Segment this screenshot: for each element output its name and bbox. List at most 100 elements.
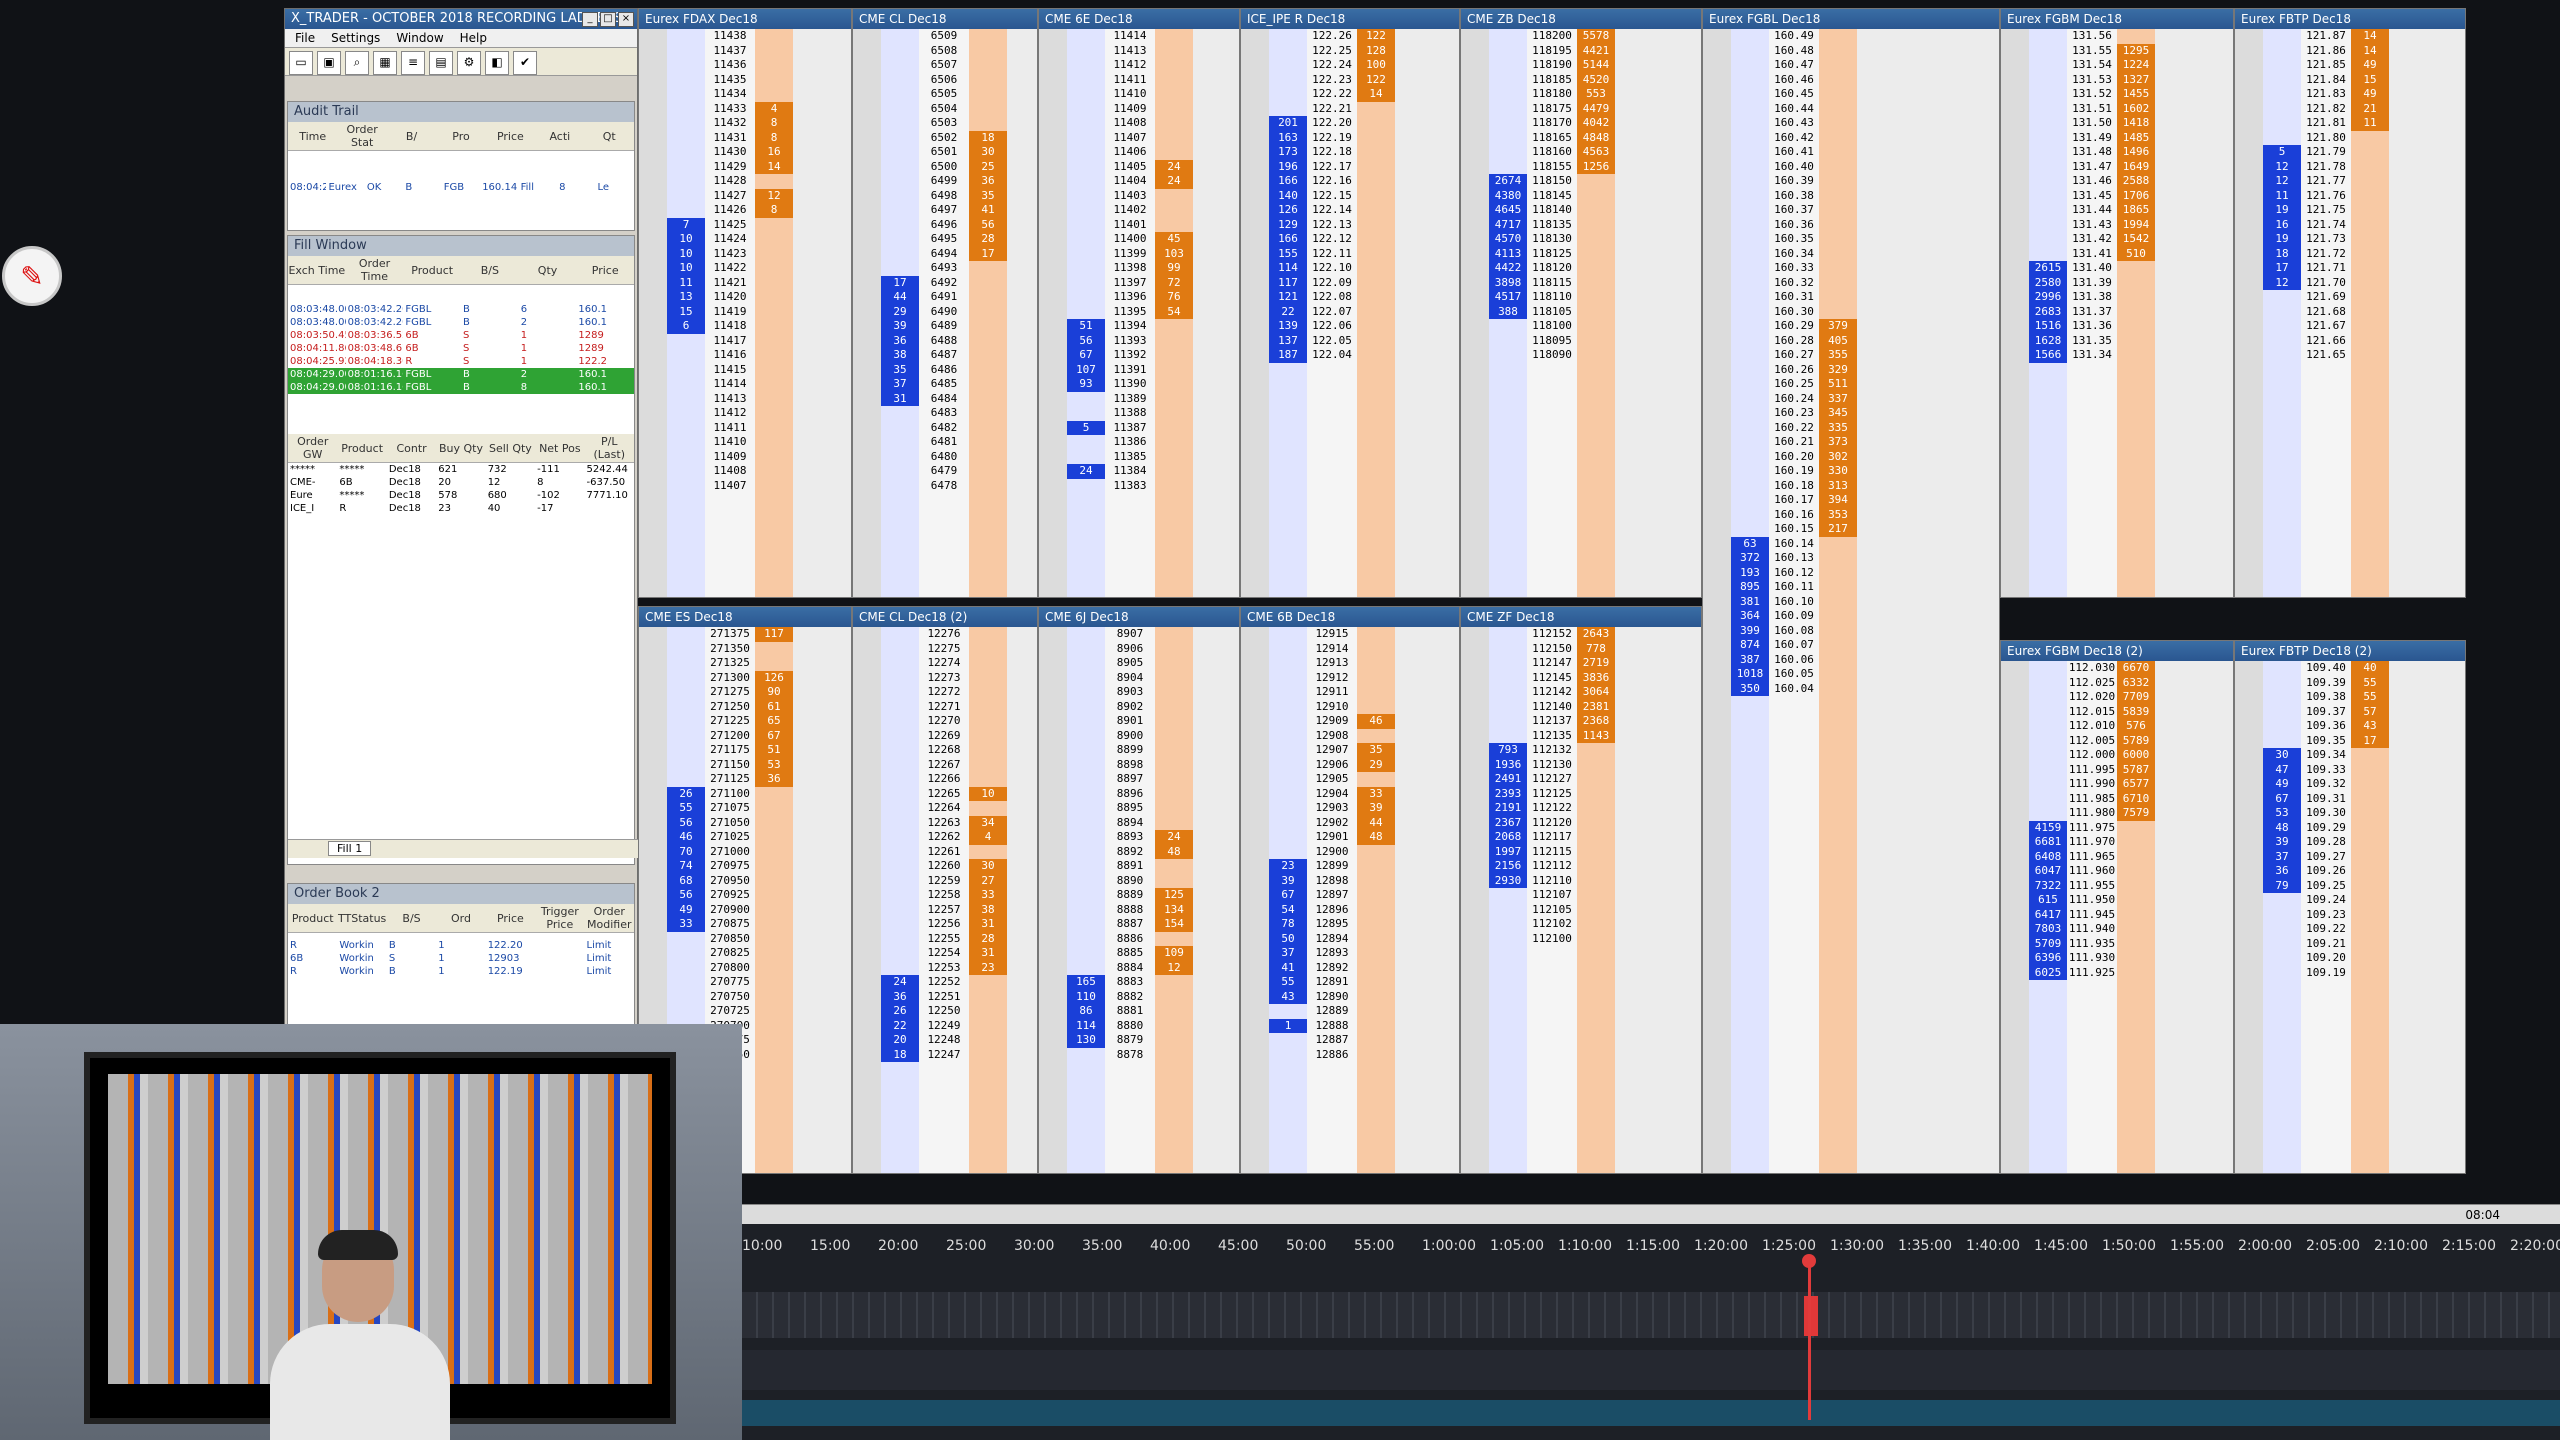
ladder-ask-cell[interactable]: [969, 990, 1007, 1005]
ladder-ask-cell[interactable]: 553: [1577, 87, 1615, 102]
ladder-ltq-cell[interactable]: [1193, 975, 1239, 990]
ladder-ask-cell[interactable]: [1819, 667, 1857, 682]
ladder-bid-cell[interactable]: [1067, 479, 1105, 494]
ladder-price-cell[interactable]: 111.975: [2067, 821, 2117, 836]
ladder-bid-cell[interactable]: 11: [667, 275, 705, 290]
ladder-side-cell[interactable]: [639, 87, 667, 102]
ladder-ask-cell[interactable]: [1357, 845, 1395, 860]
ladder-side-cell[interactable]: [2235, 189, 2263, 204]
ladder-side-cell[interactable]: [1703, 609, 1731, 624]
ladder-side-cell[interactable]: [1461, 729, 1489, 744]
ladder-price-cell[interactable]: 112107: [1527, 888, 1577, 903]
ladder-ltq-cell[interactable]: [1193, 348, 1239, 363]
ladder-ltq-cell[interactable]: [1193, 903, 1239, 918]
ladder-price-cell[interactable]: 160.19: [1769, 464, 1819, 479]
ladder-ltq-cell[interactable]: [1395, 830, 1459, 845]
ladder-price-cell[interactable]: 131.49: [2067, 131, 2117, 146]
ladder-side-cell[interactable]: [1039, 946, 1067, 961]
ladder-side-cell[interactable]: [1039, 319, 1067, 334]
ladder-side-cell[interactable]: [1241, 160, 1269, 175]
ladder-side-cell[interactable]: [853, 174, 881, 189]
ladder-bid-cell[interactable]: [1731, 160, 1769, 175]
ladder-bid-cell[interactable]: [1489, 145, 1527, 160]
ladder-column-prices[interactable]: 12915 12914 12913 12912 12911 12910 12909 12908…: [1307, 627, 1357, 1173]
ladder-side-cell[interactable]: [1039, 787, 1067, 802]
ladder-column-asks[interactable]: 46 35 29 33 39 44 48: [1357, 627, 1395, 1173]
ladder-ltq-cell[interactable]: [1857, 537, 1999, 552]
ladder-price-cell[interactable]: 111.945: [2067, 908, 2117, 923]
ladder-ask-cell[interactable]: 31: [969, 946, 1007, 961]
ladder-ask-cell[interactable]: 38: [969, 902, 1007, 917]
ladder-price-cell[interactable]: 6490: [919, 305, 969, 320]
ladder-ltq-cell[interactable]: [2389, 319, 2465, 334]
ladder-side-cell[interactable]: [1461, 334, 1489, 349]
ladder-side-cell[interactable]: [2001, 58, 2029, 73]
ladder-ltq-cell[interactable]: [1007, 801, 1037, 816]
ladder-bid-cell[interactable]: 1516: [2029, 319, 2067, 334]
ladder-ltq-cell[interactable]: [793, 859, 851, 874]
ladder-ask-cell[interactable]: 126: [755, 670, 793, 685]
ladder-ask-cell[interactable]: 49: [2351, 87, 2389, 102]
video-timeline[interactable]: 10:00 15:00 20:00 25:00 30:00 35:00 40:00 45:00…: [742, 1224, 2560, 1440]
ladder-ask-cell[interactable]: [969, 700, 1007, 715]
ladder-ask-cell[interactable]: [1357, 1004, 1395, 1019]
ladder-price-cell[interactable]: 8905: [1105, 656, 1155, 671]
ladder-bid-cell[interactable]: 1628: [2029, 333, 2067, 348]
ladder-bid-cell[interactable]: [2029, 232, 2067, 247]
ladder-ask-cell[interactable]: [2351, 951, 2389, 966]
ladder-side-cell[interactable]: [853, 1004, 881, 1019]
ladder-side-cell[interactable]: [639, 435, 667, 450]
ladder-bid-cell[interactable]: 6417: [2029, 907, 2067, 922]
ladder-bid-cell[interactable]: 49: [667, 902, 705, 917]
ladder-side-cell[interactable]: [2235, 821, 2263, 836]
ladder-price-cell[interactable]: 6498: [919, 189, 969, 204]
ladder-column-asks[interactable]: 40 55 55 57 43 17: [2351, 661, 2389, 1173]
ladder-side-cell[interactable]: [1703, 667, 1731, 682]
ladder-bid-cell[interactable]: 7803: [2029, 922, 2067, 937]
ladder-ltq-cell[interactable]: [1395, 917, 1459, 932]
ladder-bid-cell[interactable]: [1489, 888, 1527, 903]
ladder-bid-cell[interactable]: [1731, 232, 1769, 247]
ladder-ltq-cell[interactable]: [793, 87, 851, 102]
ladder-bid-cell[interactable]: 86: [1067, 1004, 1105, 1019]
ladder-price-cell[interactable]: 122.11: [1307, 247, 1357, 262]
ladder-price-cell[interactable]: 11412: [705, 406, 755, 421]
ladder-side-cell[interactable]: [1461, 627, 1489, 642]
ladder-ask-cell[interactable]: [2351, 792, 2389, 807]
ladder-bid-cell[interactable]: 388: [1489, 304, 1527, 319]
ladder-side-cell[interactable]: [639, 392, 667, 407]
ladder-bid-cell[interactable]: [2029, 116, 2067, 131]
ladder-bid-cell[interactable]: [667, 946, 705, 961]
ladder-bid-cell[interactable]: [2029, 777, 2067, 792]
ladder-bid-cell[interactable]: [881, 758, 919, 773]
ladder-ask-cell[interactable]: [1577, 816, 1615, 831]
ladder-price-cell[interactable]: 131.51: [2067, 102, 2117, 117]
ladder-ask-cell[interactable]: 576: [2117, 719, 2155, 734]
ladder-side-cell[interactable]: [1039, 334, 1067, 349]
ladder-ask-cell[interactable]: [1155, 348, 1193, 363]
ladder-bid-cell[interactable]: 56: [667, 888, 705, 903]
ladder-price-cell[interactable]: 8907: [1105, 627, 1155, 642]
ladder-price-cell[interactable]: 109.29: [2301, 821, 2351, 836]
ladder-ask-cell[interactable]: 56: [969, 217, 1007, 232]
ladder-column-bids[interactable]: 24 36 26 22 20 18: [881, 627, 919, 1173]
ladder-bid-cell[interactable]: [667, 87, 705, 102]
ladder-ltq-cell[interactable]: [1007, 174, 1037, 189]
ladder-side-cell[interactable]: [853, 319, 881, 334]
ladder-ltq-cell[interactable]: [2155, 893, 2233, 908]
ladder-ask-cell[interactable]: [1155, 642, 1193, 657]
ladder-ask-cell[interactable]: [1577, 830, 1615, 845]
ladder-ask-cell[interactable]: 1224: [2117, 58, 2155, 73]
ladder-side-cell[interactable]: [2235, 145, 2263, 160]
ladder-bid-cell[interactable]: [881, 743, 919, 758]
ladder-ask-cell[interactable]: 5144: [1577, 58, 1615, 73]
ladder-bid-cell[interactable]: [667, 450, 705, 465]
ladder-price-cell[interactable]: 8901: [1105, 714, 1155, 729]
ladder-column-prices[interactable]: 118200 118195 118190 118185 118180 118175 1181…: [1527, 29, 1577, 597]
ladder-ask-cell[interactable]: [1577, 903, 1615, 918]
ladder-ltq-cell[interactable]: [793, 671, 851, 686]
ladder-ltq-cell[interactable]: [1193, 961, 1239, 976]
ladder-side-cell[interactable]: [853, 87, 881, 102]
ladder-ask-cell[interactable]: [1357, 700, 1395, 715]
ladder-price-cell[interactable]: 122.13: [1307, 218, 1357, 233]
